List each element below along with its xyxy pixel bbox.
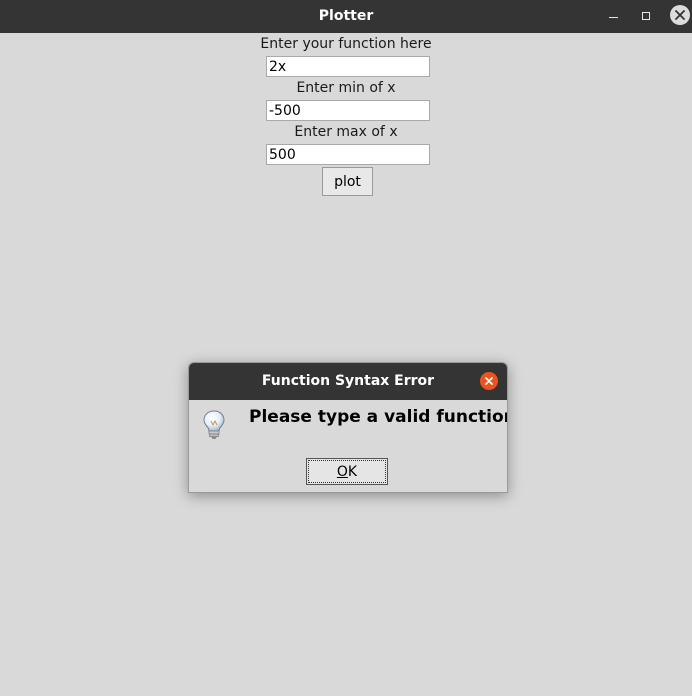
lightbulb-icon [203, 410, 225, 439]
ok-label-rest: K [347, 463, 358, 480]
close-icon [675, 10, 685, 20]
max-x-input[interactable] [266, 144, 430, 165]
function-input[interactable] [266, 56, 430, 77]
window-titlebar: Plotter [0, 0, 692, 33]
dialog-title: Function Syntax Error [261, 373, 435, 389]
function-label: Enter your function here [260, 36, 432, 52]
min-x-label: Enter min of x [296, 80, 396, 96]
close-button[interactable] [670, 5, 690, 25]
close-icon [485, 377, 493, 385]
dialog-message: Please type a valid function [249, 407, 508, 427]
dialog-close-button[interactable] [480, 372, 498, 390]
window-title: Plotter [318, 8, 374, 24]
plot-button[interactable]: plot [322, 167, 373, 196]
max-x-label: Enter max of x [294, 124, 398, 140]
maximize-button[interactable] [636, 6, 656, 26]
minimize-button[interactable] [603, 6, 623, 26]
minimize-icon [608, 16, 618, 18]
ok-mnemonic: O [336, 463, 348, 480]
min-x-input[interactable] [266, 100, 430, 121]
maximize-icon [642, 12, 650, 20]
dialog-titlebar: Function Syntax Error [189, 363, 507, 400]
error-dialog: Function Syntax Error Please type a vali… [188, 362, 508, 493]
ok-button[interactable]: OK [306, 458, 388, 485]
